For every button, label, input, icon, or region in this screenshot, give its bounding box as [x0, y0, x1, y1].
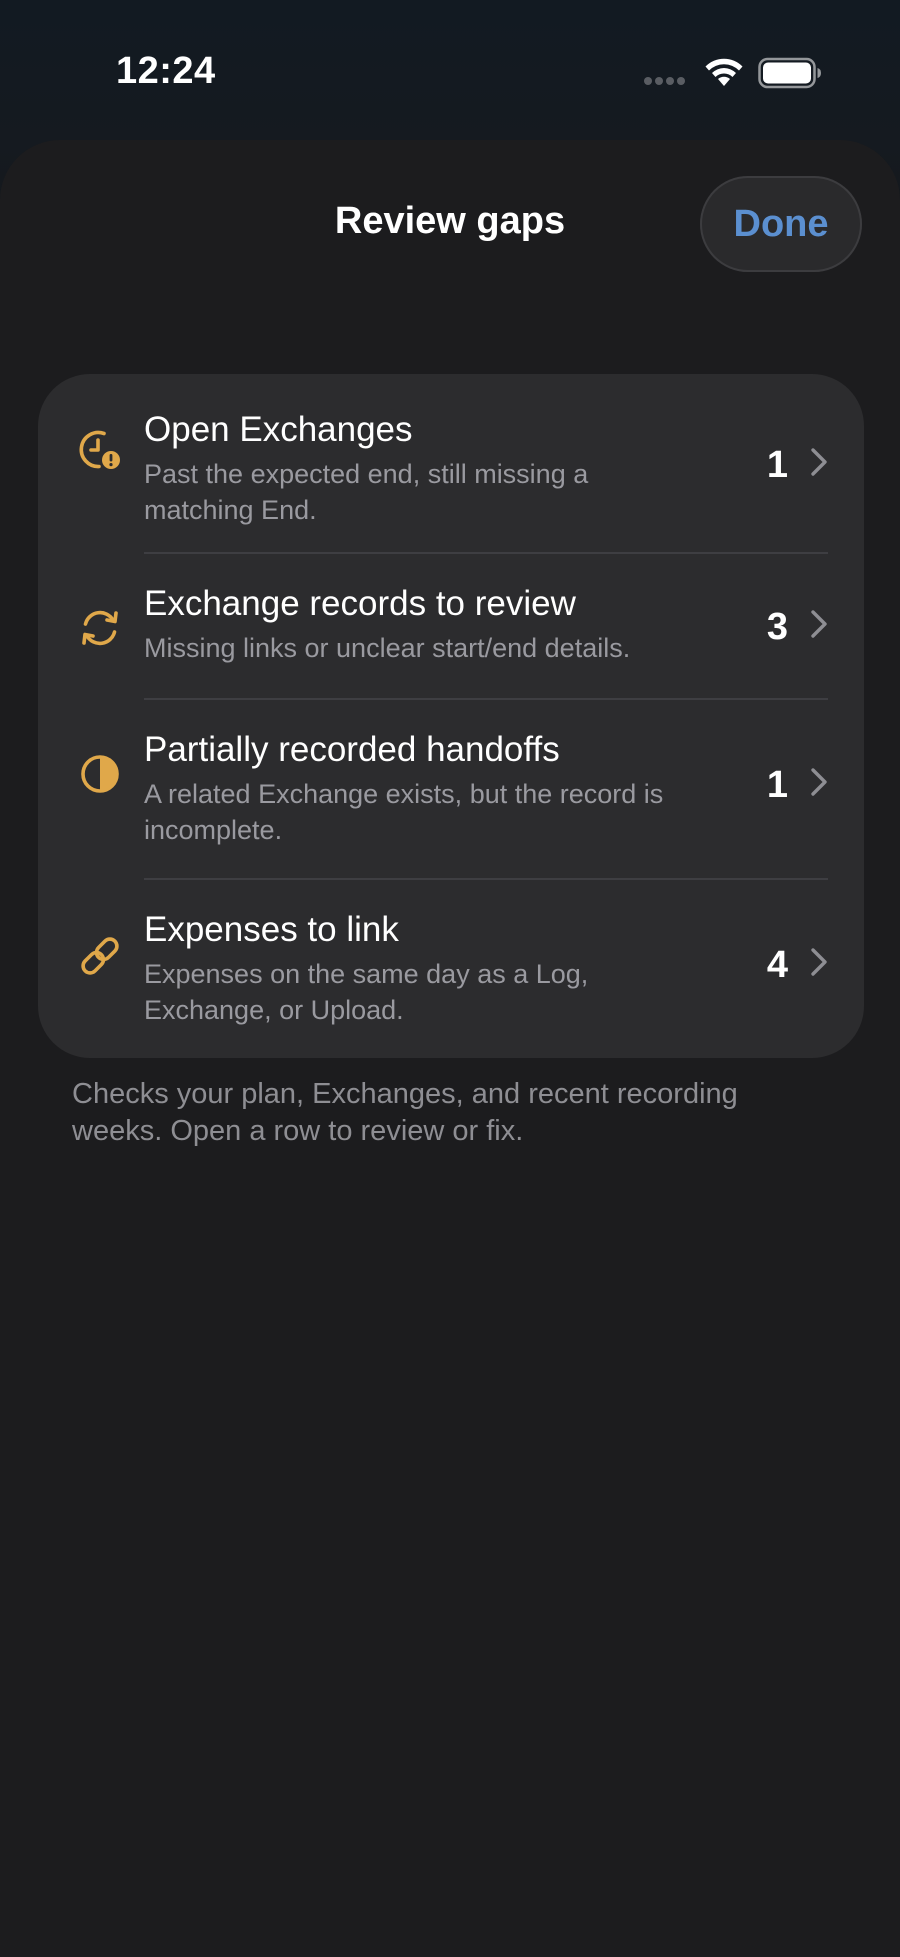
chevron-right-icon: [811, 448, 827, 476]
cellular-signal-icon: [644, 77, 690, 87]
row-open-exchanges[interactable]: Open Exchanges Past the expected end, st…: [38, 374, 864, 552]
row-title: Exchange records to review: [144, 584, 576, 623]
chevron-right-icon: [811, 948, 827, 976]
review-gaps-sheet: Review gaps Done Open Exchanges Past the…: [0, 140, 900, 1957]
row-count: 1: [766, 444, 788, 486]
status-time: 12:24: [116, 50, 216, 92]
half-circle-icon: [81, 755, 119, 793]
sync-arrows-icon: [82, 610, 118, 646]
row-subtitle: Missing links or unclear start/end detai…: [144, 633, 631, 663]
wifi-icon: [705, 58, 743, 86]
battery-icon: [758, 57, 821, 89]
gaps-list-card: Open Exchanges Past the expected end, st…: [38, 374, 864, 1058]
row-count: 3: [766, 606, 788, 648]
row-count: 1: [766, 764, 788, 806]
clock-alert-icon: [79, 430, 120, 469]
chevron-right-icon: [811, 768, 827, 796]
footer-note: Checks your plan, Exchanges, and recent …: [72, 1078, 738, 1147]
row-subtitle: A related Exchange exists, but the recor…: [144, 779, 664, 845]
chevron-right-icon: [811, 610, 827, 638]
row-expenses-to-link[interactable]: Expenses to link Expenses on the same da…: [38, 880, 864, 1058]
row-title: Partially recorded handoffs: [144, 730, 560, 769]
row-title: Expenses to link: [144, 910, 399, 949]
row-subtitle: Past the expected end, still missing a m…: [144, 459, 589, 525]
row-count: 4: [766, 944, 788, 986]
row-title: Open Exchanges: [144, 410, 413, 449]
screen: 12:24 Review gaps Done Open Exchanges Pa…: [0, 0, 900, 1957]
link-icon: [81, 937, 119, 975]
status-bar: 12:24: [0, 0, 900, 140]
row-subtitle: Expenses on the same day as a Log, Excha…: [144, 959, 589, 1025]
row-partially-recorded-handoffs[interactable]: Partially recorded handoffs A related Ex…: [38, 700, 864, 878]
done-button[interactable]: Done: [700, 176, 862, 272]
row-exchange-records-to-review[interactable]: Exchange records to review Missing links…: [38, 554, 864, 698]
